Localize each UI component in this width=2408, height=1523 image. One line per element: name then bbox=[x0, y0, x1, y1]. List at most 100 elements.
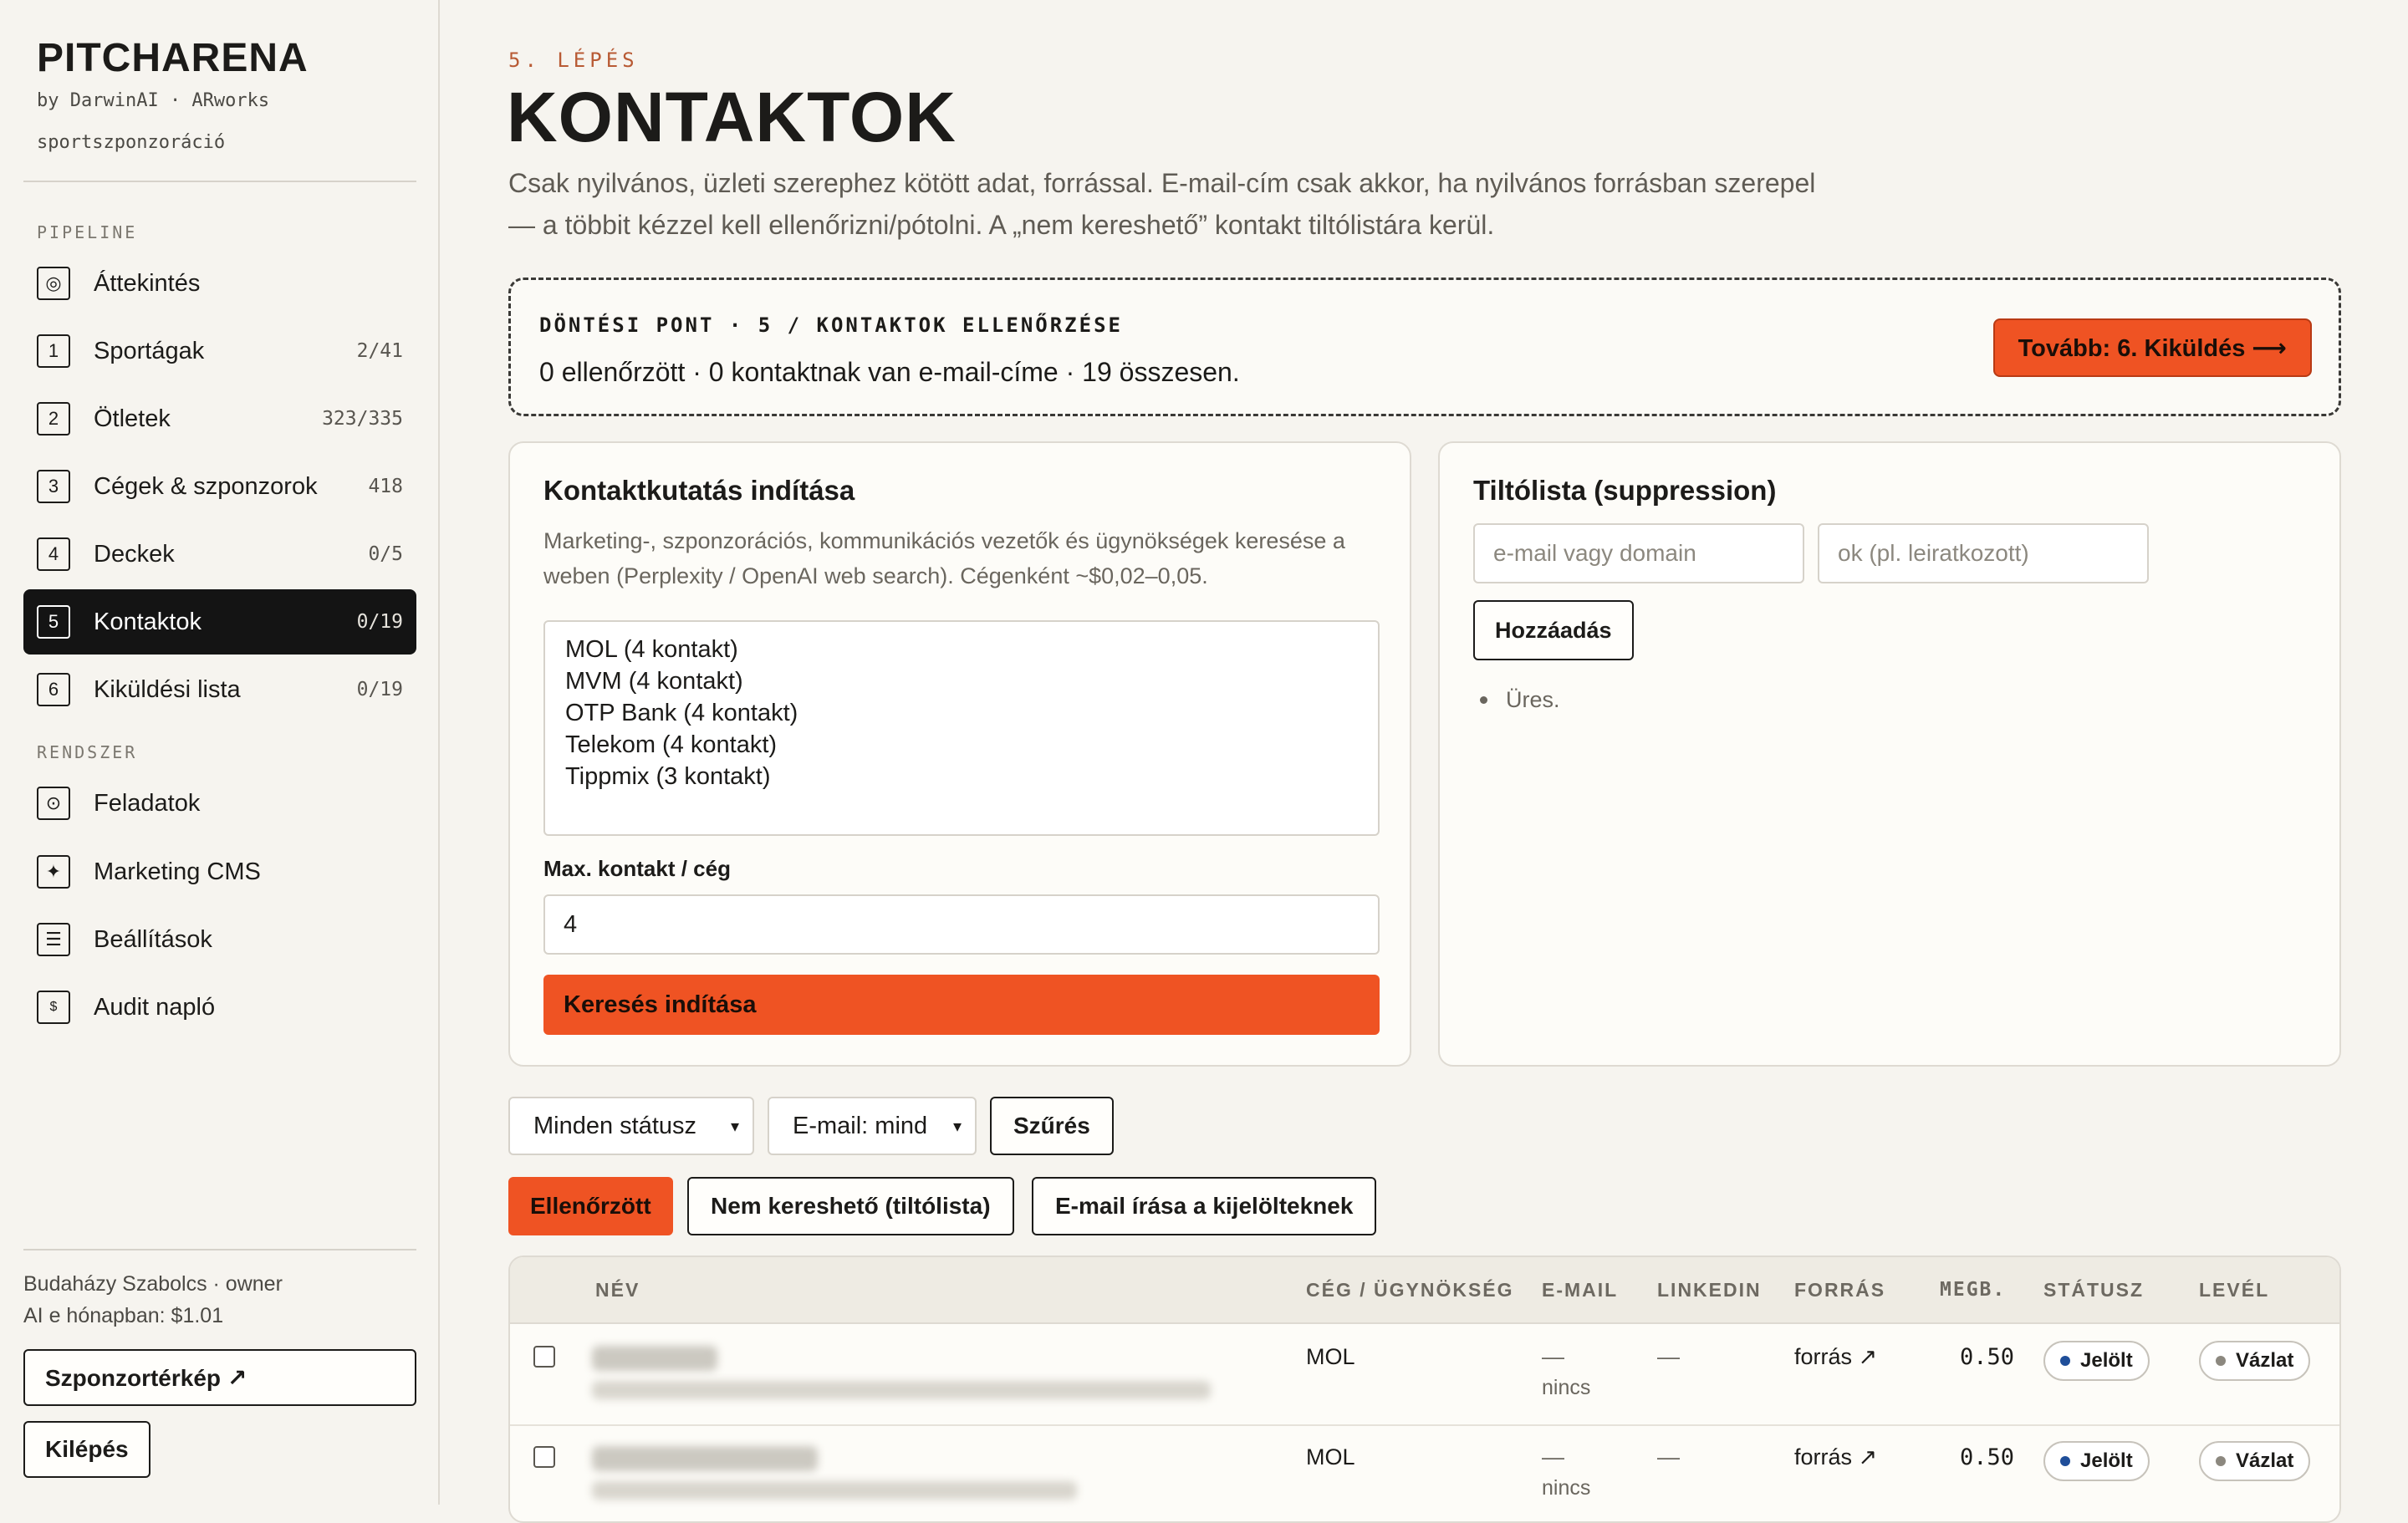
step-2-icon: 2 bbox=[37, 402, 70, 436]
nav-label: Marketing CMS bbox=[94, 858, 261, 885]
suppression-reason-input[interactable]: ok (pl. leiratkozott) bbox=[1818, 523, 2149, 583]
max-contacts-label: Max. kontakt / cég bbox=[543, 856, 731, 881]
nav-label: Ötletek bbox=[94, 405, 171, 432]
company-cell: MOL bbox=[1306, 1344, 1355, 1369]
nav-item-companies[interactable]: 3 Cégek & szponzorok 418 bbox=[23, 454, 416, 519]
sparkle-icon: ✦ bbox=[37, 855, 70, 889]
overview-icon: ◎ bbox=[37, 267, 70, 300]
confidence-cell: 0.50 bbox=[1960, 1444, 2015, 1470]
header-letter[interactable]: LEVÉL bbox=[2199, 1279, 2269, 1301]
nav-count: 0/5 bbox=[368, 543, 403, 565]
sidebar: PITCHARENA by DarwinAI · ARworks sportsz… bbox=[0, 0, 440, 1505]
step-4-icon: 4 bbox=[37, 537, 70, 571]
nav-item-settings[interactable]: ☰ Beállítások bbox=[23, 907, 416, 972]
nav-label: Cégek & szponzorok bbox=[94, 472, 318, 500]
status-filter-select[interactable]: Minden státusz ▾ bbox=[508, 1097, 754, 1155]
nav-item-marketing-cms[interactable]: ✦ Marketing CMS bbox=[23, 839, 416, 904]
email-filter-select[interactable]: E-mail: mind ▾ bbox=[768, 1097, 977, 1155]
chevron-down-icon: ▾ bbox=[730, 1117, 739, 1136]
research-description: Marketing-, szponzorációs, kommunikációs… bbox=[543, 528, 1345, 588]
research-card: Kontaktkutatás indítása Marketing-, szpo… bbox=[508, 441, 1411, 1067]
empty-text: Üres. bbox=[1506, 687, 1560, 712]
next-step-button[interactable]: Tovább: 6. Kiküldés ⟶ bbox=[1992, 318, 2312, 377]
nav-label: Áttekintés bbox=[94, 269, 201, 297]
company-item: Telekom (4 kontakt) bbox=[565, 731, 778, 758]
add-suppression-button[interactable]: Hozzáadás bbox=[1473, 600, 1634, 660]
max-contacts-input[interactable]: 4 bbox=[543, 894, 1380, 955]
source-link[interactable]: forrás ↗ bbox=[1794, 1444, 1877, 1470]
nav-count: 0/19 bbox=[356, 611, 403, 633]
start-search-button[interactable]: Keresés indítása bbox=[543, 975, 1380, 1035]
section-label-system: RENDSZER bbox=[37, 742, 138, 762]
row-checkbox[interactable] bbox=[533, 1446, 555, 1468]
source-link[interactable]: forrás ↗ bbox=[1794, 1344, 1877, 1370]
not-searchable-button[interactable]: Nem kereshető (tiltólista) bbox=[687, 1177, 1014, 1235]
letter-badge[interactable]: Vázlat bbox=[2199, 1341, 2311, 1381]
header-confidence[interactable]: MEGB. bbox=[1940, 1279, 2006, 1301]
nav-item-sports[interactable]: 1 Sportágak 2/41 bbox=[23, 318, 416, 384]
nav-item-tasks[interactable]: ⊙ Feladatok bbox=[23, 771, 416, 836]
company-list[interactable]: MOL (4 kontakt) MVM (4 kontakt) OTP Bank… bbox=[543, 620, 1380, 836]
nav-item-audit-log[interactable]: $ Audit napló bbox=[23, 975, 416, 1040]
header-company[interactable]: CÉG / ÜGYNÖKSÉG bbox=[1306, 1279, 1514, 1301]
ai-cost: AI e hónapban: $1.01 bbox=[23, 1304, 224, 1327]
table-row[interactable]: MOL — nincs — forrás ↗ 0.50 Jelölt Vázla… bbox=[510, 1424, 2339, 1521]
nav-item-send-list[interactable]: 6 Kiküldési lista 0/19 bbox=[23, 657, 416, 722]
row-checkbox[interactable] bbox=[533, 1346, 555, 1368]
section-label-pipeline: PIPELINE bbox=[37, 222, 138, 242]
nav-item-decks[interactable]: 4 Deckek 0/5 bbox=[23, 522, 416, 587]
nav-label: Kontaktok bbox=[94, 608, 202, 635]
nav-label: Audit napló bbox=[94, 993, 216, 1021]
header-source[interactable]: FORRÁS bbox=[1794, 1279, 1885, 1301]
header-name[interactable]: NÉV bbox=[595, 1279, 640, 1301]
table-row[interactable]: MOL — nincs — forrás ↗ 0.50 Jelölt Vázla… bbox=[510, 1324, 2339, 1426]
status-badge[interactable]: Jelölt bbox=[2043, 1441, 2150, 1481]
step-5-icon: 5 bbox=[37, 605, 70, 639]
step-6-icon: 6 bbox=[37, 673, 70, 706]
sponsor-map-button[interactable]: Szponzortérkép ↗ bbox=[23, 1349, 416, 1406]
header-status[interactable]: STÁTUSZ bbox=[2043, 1279, 2144, 1301]
contact-name-redacted bbox=[592, 1346, 717, 1371]
select-value: Minden státusz bbox=[533, 1112, 697, 1139]
settings-icon: ☰ bbox=[37, 923, 70, 956]
user-info: Budaházy Szabolcs · owner bbox=[23, 1272, 283, 1296]
status-label: Jelölt bbox=[2080, 1349, 2133, 1372]
email-note: nincs bbox=[1542, 1376, 1591, 1399]
letter-badge[interactable]: Vázlat bbox=[2199, 1441, 2311, 1481]
header-email[interactable]: E-MAIL bbox=[1542, 1279, 1618, 1301]
status-dot-icon bbox=[2060, 1456, 2070, 1466]
verified-button[interactable]: Ellenőrzött bbox=[508, 1177, 673, 1235]
contact-name-redacted bbox=[592, 1446, 818, 1471]
logout-button[interactable]: Kilépés bbox=[23, 1421, 150, 1478]
filter-button[interactable]: Szűrés bbox=[990, 1097, 1114, 1155]
status-dot-icon bbox=[2060, 1356, 2070, 1366]
select-value: E-mail: mind bbox=[793, 1112, 928, 1139]
nav-item-ideas[interactable]: 2 Ötletek 323/335 bbox=[23, 386, 416, 451]
header-linkedin[interactable]: LINKEDIN bbox=[1657, 1279, 1762, 1301]
nav-label: Feladatok bbox=[94, 789, 201, 817]
status-badge[interactable]: Jelölt bbox=[2043, 1341, 2150, 1381]
nav-item-contacts[interactable]: 5 Kontaktok 0/19 bbox=[23, 589, 416, 655]
draft-dot-icon bbox=[2216, 1356, 2226, 1366]
suppression-empty: Üres. bbox=[1473, 687, 1560, 713]
sidebar-divider bbox=[23, 1249, 416, 1250]
company-item: Tippmix (3 kontakt) bbox=[565, 763, 771, 790]
draft-dot-icon bbox=[2216, 1456, 2226, 1466]
nav-count: 418 bbox=[368, 476, 403, 497]
table-header: NÉV CÉG / ÜGYNÖKSÉG E-MAIL LINKEDIN FORR… bbox=[510, 1257, 2339, 1324]
letter-label: Vázlat bbox=[2236, 1449, 2294, 1472]
brand-subtitle: by DarwinAI · ARworks bbox=[37, 90, 270, 111]
research-title: Kontaktkutatás indítása bbox=[543, 475, 855, 506]
status-label: Jelölt bbox=[2080, 1449, 2133, 1472]
decision-status: 0 ellenőrzött · 0 kontaktnak van e-mail-… bbox=[539, 357, 1240, 387]
nav-count: 0/19 bbox=[356, 679, 403, 700]
company-cell: MOL bbox=[1306, 1444, 1355, 1470]
tasks-icon: ⊙ bbox=[37, 787, 70, 820]
suppression-card: Tiltólista (suppression) e-mail vagy dom… bbox=[1438, 441, 2341, 1067]
write-email-button[interactable]: E-mail írása a kijelölteknek bbox=[1032, 1177, 1377, 1235]
company-item: MVM (4 kontakt) bbox=[565, 668, 743, 695]
sidebar-divider bbox=[23, 181, 416, 182]
contact-role-redacted bbox=[592, 1481, 1077, 1500]
nav-item-overview[interactable]: ◎ Áttekintés bbox=[23, 251, 416, 316]
suppression-email-input[interactable]: e-mail vagy domain bbox=[1473, 523, 1804, 583]
